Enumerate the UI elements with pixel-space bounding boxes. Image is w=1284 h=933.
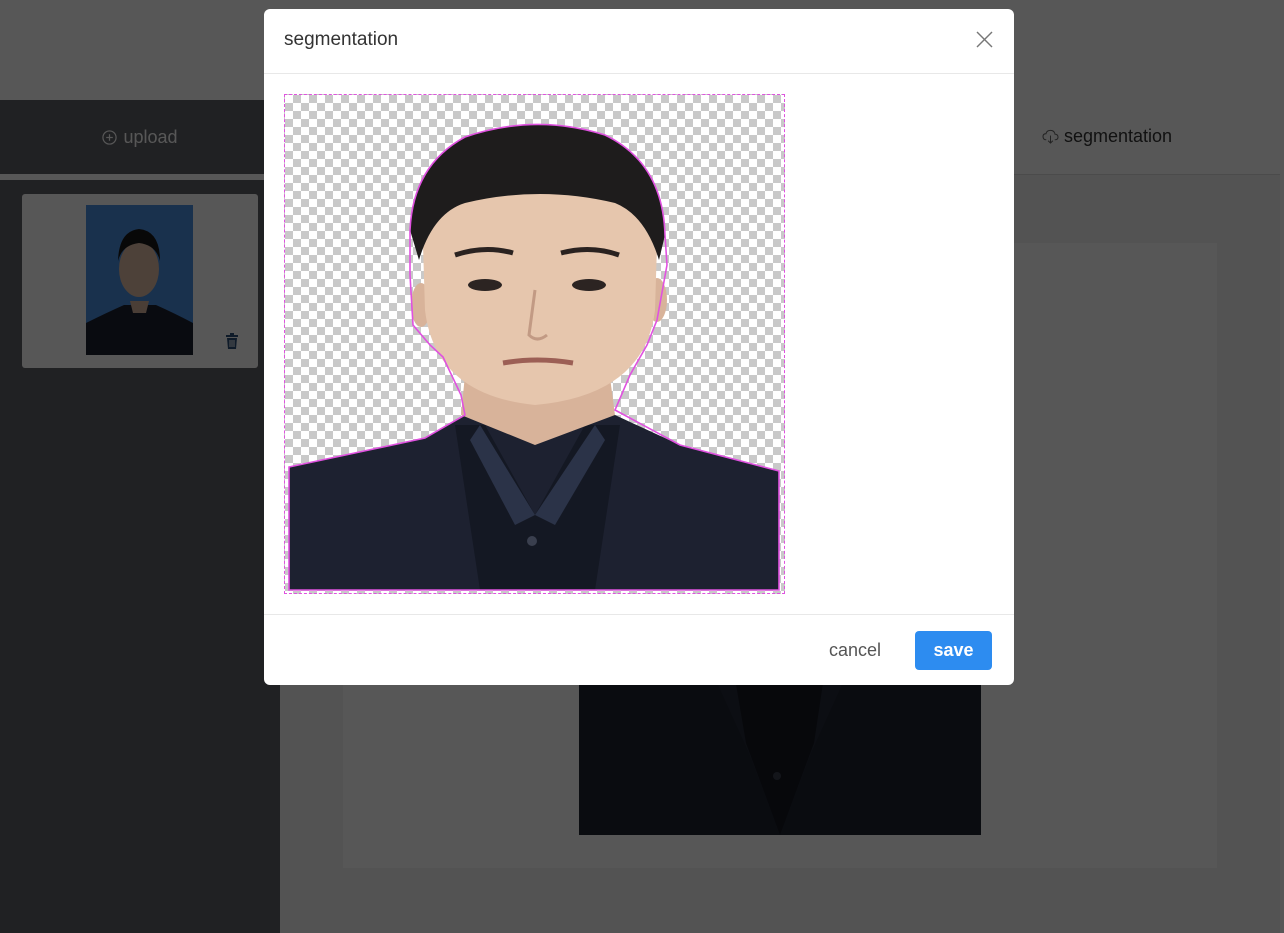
cancel-button[interactable]: cancel [816,631,894,669]
dialog-header: segmentation [264,9,1014,74]
segmentation-canvas[interactable] [284,94,785,594]
segmentation-dialog: segmentation cancel save [264,9,1014,685]
close-icon[interactable] [976,31,993,48]
dialog-footer: cancel save [264,614,1014,685]
dialog-title: segmentation [284,29,399,50]
save-button[interactable]: save [915,631,992,670]
dialog-body [264,74,1014,614]
